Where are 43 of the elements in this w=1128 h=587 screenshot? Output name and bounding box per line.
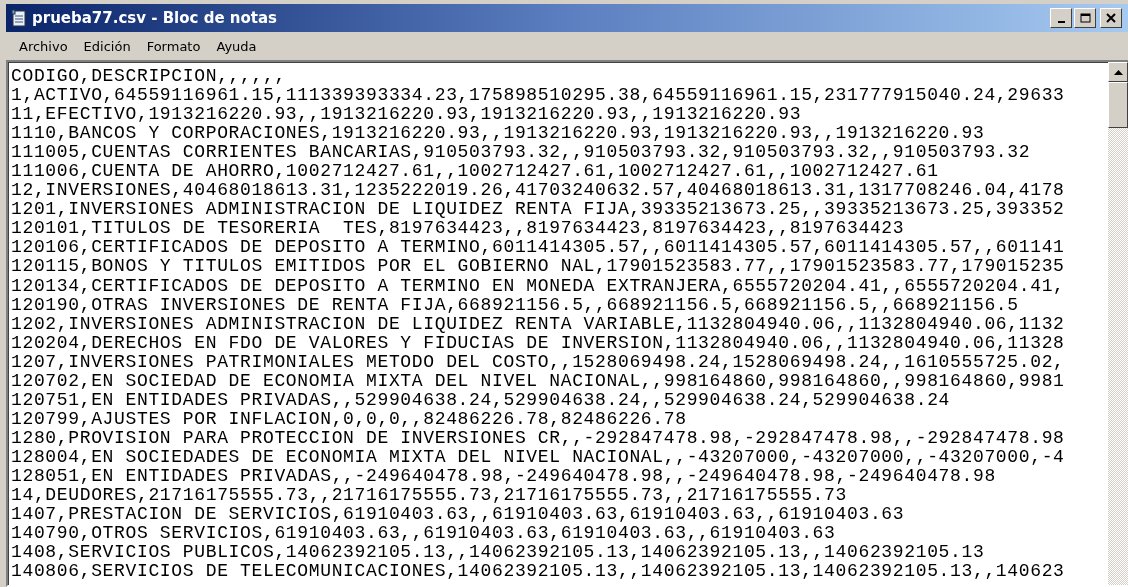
minimize-icon (1057, 21, 1065, 23)
text-line: CODIGO,DESCRIPCION,,,,,, (11, 67, 286, 87)
menu-item[interactable]: Ayuda (209, 36, 266, 56)
text-line: 140790,OTROS SERVICIOS,61910403.63,,61910403.63,61910403.63,,61910403.63 (11, 524, 836, 544)
window-title: prueba77.csv - Bloc de notas (32, 9, 278, 27)
text-line: 120106,CERTIFICADOS DE DEPOSITO A TERMINO,6011414305.57,,6011414305.57,6011414305.57,,601141 (11, 238, 1065, 258)
text-line: 1408,SERVICIOS PUBLICOS,14062392105.13,,14062392105.13,14062392105.13,,14062392105.13 (11, 543, 985, 563)
maximize-button[interactable] (1074, 8, 1096, 28)
text-line: 1202,INVERSIONES ADMINISTRACION DE LIQUIDEZ RENTA VARIABLE,1132804940.06,,1132804940.06,1132 (11, 314, 1065, 334)
text-line: 120751,EN ENTIDADES PRIVADAS,,529904638.24,529904638.24,,529904638.24,529904638.24 (11, 390, 951, 410)
text-line: 111005,CUENTAS CORRIENTES BANCARIAS,910503793.32,,910503793.32,910503793.32,,910503793.32 (11, 143, 1031, 163)
text-line: 14,DEUDORES,21716175555.73,,21716175555.73,21716175555.73,,21716175555.73 (11, 486, 847, 506)
text-line: 140806,SERVICIOS DE TELECOMUNICACIONES,14062392105.13,,14062392105.13,14062392105.13,,140623 (11, 562, 1065, 582)
text-line: 120190,OTRAS INVERSIONES DE RENTA FIJA,668921156.5,,668921156.5,668921156.5,,668921156.5 (11, 295, 1019, 315)
text-line: 1280,PROVISION PARA PROTECCION DE INVERSIONES CR,,-292847478.98,-292847478.98,,-292847478.98 (11, 428, 1065, 448)
text-line: 1407,PRESTACION DE SERVICIOS,61910403.63,,61910403.63,61910403.63,,61910403.63 (11, 505, 905, 525)
text-line: 1,ACTIVO,64559116961.15,111339393334.23,175898510295.38,64559116961.15,231777915040.24,29633 (11, 86, 1065, 106)
text-line: 128004,EN SOCIEDADES DE ECONOMIA MIXTA DEL NIVEL NACIONAL,,-43207000,-43207000,,-43207000,-4 (11, 447, 1065, 467)
text-line: 111006,CUENTA DE AHORRO,1002712427.61,,1002712427.61,1002712427.61,,1002712427.61 (11, 162, 939, 182)
scroll-up-button[interactable] (1108, 62, 1128, 82)
close-icon (1106, 13, 1116, 23)
notepad-icon (10, 9, 28, 27)
text-line: 120799,AJUSTES POR INFLACION,0,0,0,,82486226.78,82486226.78 (11, 409, 687, 429)
text-line: 1207,INVERSIONES PATRIMONIALES METODO DEL COSTO,,1528069498.24,1528069498.24,,1610555725.02, (11, 352, 1065, 372)
maximize-icon (1079, 13, 1091, 23)
text-line: 120115,BONOS Y TITULOS EMITIDOS POR EL GOBIERNO NAL,17901523583.77,,17901523583.77,179015235 (11, 257, 1065, 277)
text-line: 120134,CERTIFICADOS DE DEPOSITO A TERMINO EN MONEDA EXTRANJERA,6555720204.41,,6555720204.41, (11, 276, 1065, 296)
text-line: 120204,DERECHOS EN FDO DE VALORES Y FIDUCIAS DE INVERSION,1132804940.06,,1132804940.06,11328 (11, 333, 1065, 353)
text-line: 128051,EN ENTIDADES PRIVADAS,,-249640478.98,-249640478.98,,-249640478.98,-249640478.98 (11, 467, 996, 487)
text-line: 12,INVERSIONES,40468018613.31,1235222019.26,41703240632.57,40468018613.31,1317708246.04,4178 (11, 181, 1065, 201)
minimize-button[interactable] (1050, 8, 1072, 28)
scroll-thumb[interactable] (1108, 82, 1128, 128)
close-button[interactable] (1100, 8, 1122, 28)
menu-item[interactable]: Archivo (12, 36, 77, 56)
text-line: 1110,BANCOS Y CORPORACIONES,1913216220.93,,1913216220.93,1913216220.93,,1913216220.93 (11, 124, 985, 144)
text-line: 11,EFECTIVO,1913216220.93,,1913216220.93,1913216220.93,,1913216220.93 (11, 105, 802, 125)
text-line: 120702,EN SOCIEDAD DE ECONOMIA MIXTA DEL NIVEL NACIONAL,,998164860,998164860,,998164860,9981 (11, 371, 1065, 391)
menu-item[interactable]: Edición (76, 36, 140, 56)
text-line: 1201,INVERSIONES ADMINISTRACION DE LIQUIDEZ RENTA FIJA,39335213673.25,,39335213673.25,393352 (11, 200, 1065, 220)
scrollbar[interactable] (1108, 62, 1128, 585)
menu-item[interactable]: Formato (139, 36, 210, 56)
up-arrow-icon (1113, 69, 1123, 75)
text-line: 120101,TITULOS DE TESORERIA TES,8197634423,,8197634423,8197634423,,8197634423 (11, 219, 905, 239)
